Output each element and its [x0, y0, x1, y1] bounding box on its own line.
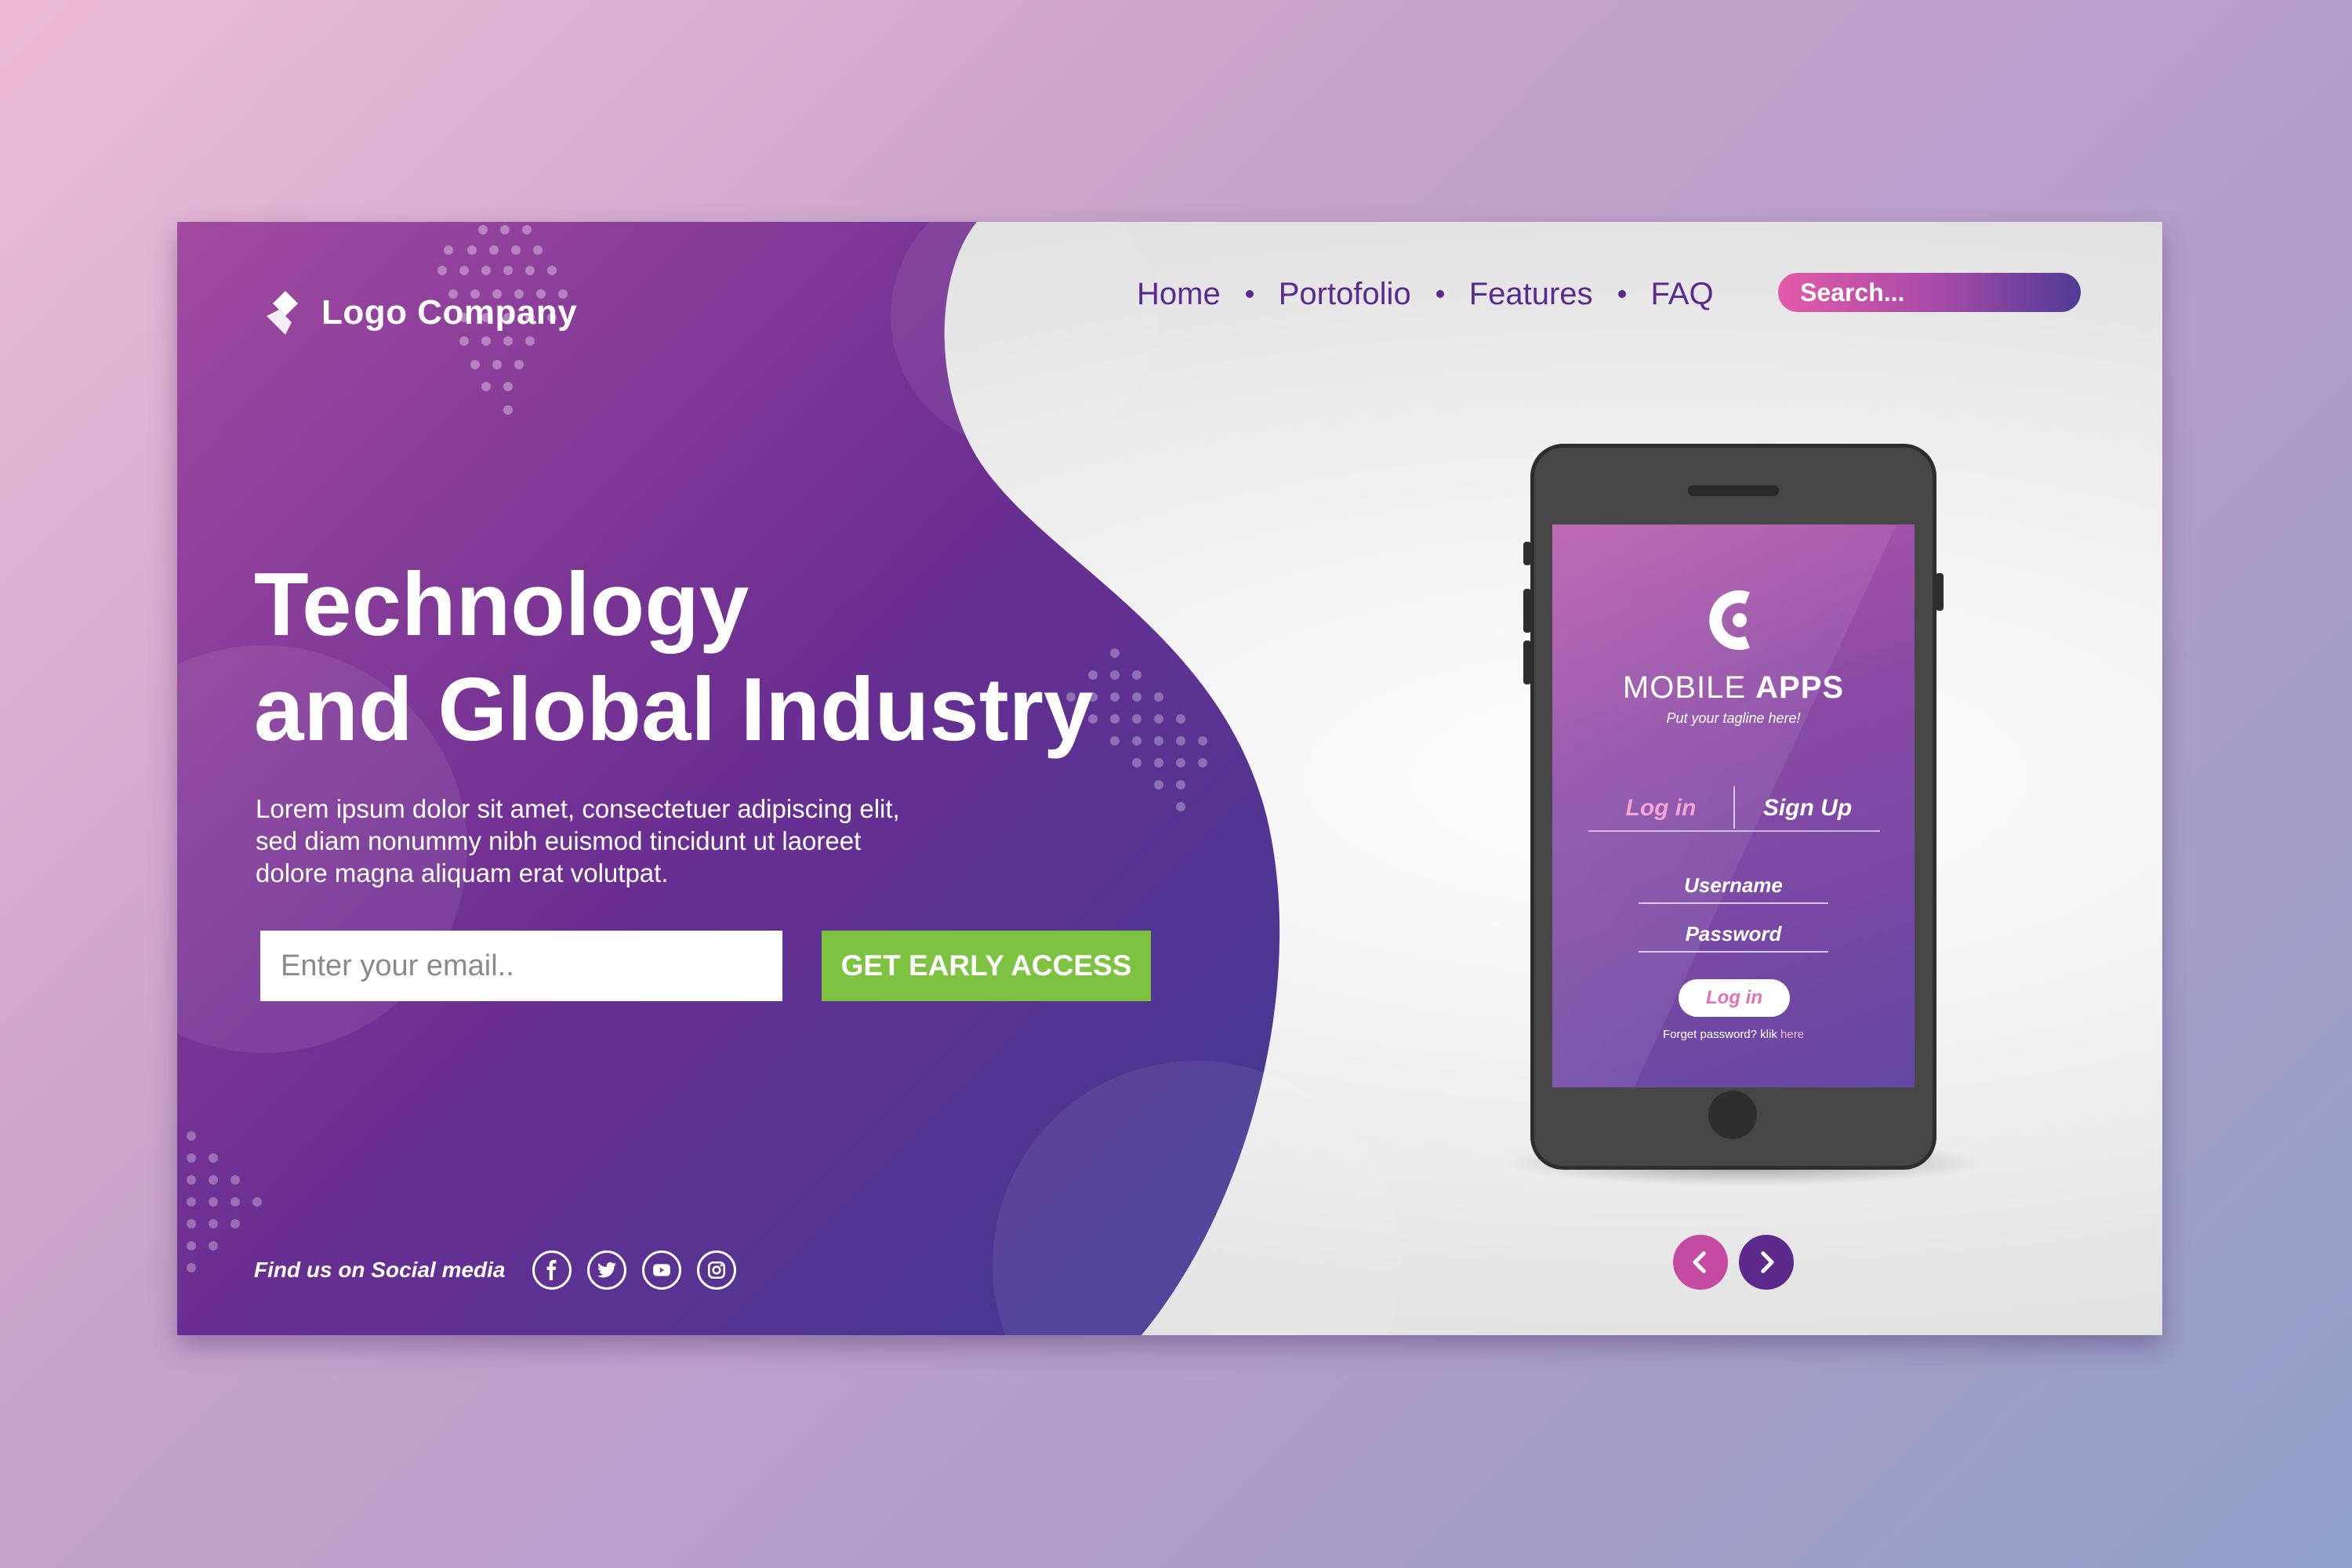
carousel-prev-button[interactable]	[1673, 1235, 1728, 1290]
app-title-light: MOBILE	[1622, 670, 1747, 705]
tab-signup[interactable]: Sign Up	[1735, 786, 1880, 830]
nav-item-portfolio[interactable]: Portofolio	[1279, 277, 1411, 312]
email-field[interactable]	[260, 931, 782, 1001]
phone-side-button	[1523, 542, 1531, 565]
nav-item-home[interactable]: Home	[1137, 277, 1221, 312]
chevron-right-icon	[1761, 1251, 1774, 1273]
brand-name: Logo Company	[321, 293, 578, 332]
tab-login[interactable]: Log in	[1588, 786, 1733, 830]
phone-side-button	[1936, 573, 1944, 611]
social-label: Find us on Social media	[254, 1258, 506, 1282]
forgot-password-text: Forget password? klik here	[1552, 1028, 1915, 1041]
hero-description-line3: dolore magna aliquam erat volutpat.	[256, 858, 669, 887]
nav-separator	[1617, 290, 1626, 298]
logo-diamond-icon	[267, 291, 298, 335]
nav-item-faq[interactable]: FAQ	[1651, 277, 1714, 312]
landing-page-card: Logo Company Home Portofolio Features FA…	[177, 222, 2162, 1335]
carousel-next-button[interactable]	[1739, 1235, 1794, 1290]
forgot-password-label: Forget password? klik	[1662, 1028, 1777, 1041]
app-tagline: Put your tagline here!	[1666, 710, 1801, 726]
phone-screen: MOBILE APPS Put your tagline here! Log i…	[1552, 524, 1915, 1087]
app-title-bold: APPS	[1755, 670, 1845, 705]
hero-description-line2: sed diam nonummy nibh euismod tincidunt …	[256, 826, 862, 855]
login-button[interactable]: Log in	[1679, 979, 1790, 1017]
brand-logo[interactable]: Logo Company	[262, 289, 577, 336]
hero-headline-line2: and Global Industry	[254, 660, 1094, 760]
password-field[interactable]: Password	[1639, 915, 1828, 953]
auth-tabs: Log in Sign Up	[1588, 786, 1880, 832]
phone-home-button	[1708, 1091, 1757, 1139]
facebook-icon[interactable]	[532, 1250, 572, 1290]
forgot-password-link[interactable]: here	[1780, 1028, 1804, 1041]
app-title: MOBILE APPS	[1552, 670, 1915, 706]
social-links: Find us on Social media	[254, 1250, 752, 1290]
youtube-icon[interactable]	[641, 1250, 681, 1290]
chevron-left-icon	[1693, 1251, 1706, 1273]
search-input[interactable]: Search...	[1778, 273, 2081, 312]
main-nav: Home Portofolio Features FAQ	[1137, 270, 1714, 318]
hero-description: Lorem ipsum dolor sit amet, consectetuer…	[256, 793, 961, 889]
phone-side-button	[1523, 589, 1531, 633]
nav-separator	[1436, 290, 1444, 298]
app-logo-icon	[1709, 590, 1750, 650]
nav-separator	[1245, 290, 1254, 298]
hero-headline-line1: Technology	[254, 555, 750, 655]
username-field[interactable]: Username	[1639, 866, 1828, 904]
instagram-icon[interactable]	[696, 1250, 736, 1290]
hero-headline: Technology and Global Industry	[254, 553, 1093, 763]
hero-description-line1: Lorem ipsum dolor sit amet, consectetuer…	[256, 794, 900, 823]
get-early-access-button[interactable]: GET EARLY ACCESS	[822, 931, 1151, 1001]
twitter-icon[interactable]	[586, 1250, 626, 1290]
phone-speaker	[1688, 485, 1779, 496]
phone-mockup: MOBILE APPS Put your tagline here! Log i…	[1523, 444, 1944, 1170]
phone-side-button	[1523, 641, 1531, 684]
nav-item-features[interactable]: Features	[1469, 277, 1593, 312]
